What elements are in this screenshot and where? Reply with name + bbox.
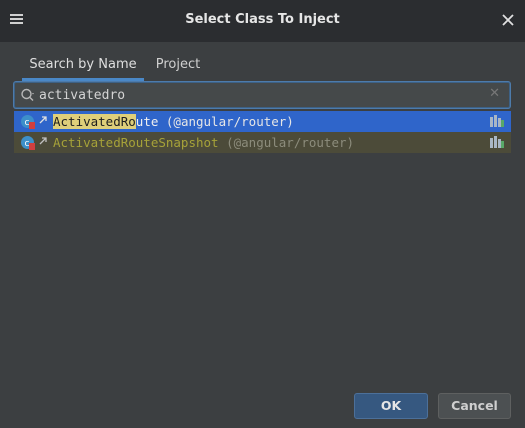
list-item[interactable]: c ActivatedRouteSnapshot (@angular/route… (14, 132, 511, 153)
close-icon[interactable] (501, 13, 515, 27)
angular-class-icon: c (21, 136, 35, 150)
result-name: ActivatedRouteSnapshot (53, 135, 219, 150)
clear-search-icon[interactable]: ✕ (489, 86, 500, 101)
search-icon[interactable] (20, 87, 36, 103)
search-box: ✕ (14, 82, 510, 108)
library-icon (490, 115, 504, 127)
match-highlight: ActivatedRo (53, 114, 136, 129)
external-link-icon (39, 137, 47, 145)
angular-class-icon: c (21, 115, 35, 129)
search-input[interactable] (39, 84, 479, 106)
dialog-title: Select Class To Inject (185, 12, 340, 27)
tab-search-by-name[interactable]: Search by Name (22, 52, 144, 81)
library-icon (490, 136, 504, 148)
external-link-icon (39, 116, 47, 124)
result-name-rest: ute (135, 114, 159, 129)
cancel-button[interactable]: Cancel (438, 393, 511, 419)
svg-text:c: c (25, 118, 30, 128)
dialog-titlebar: Select Class To Inject (0, 0, 525, 42)
ok-button[interactable]: OK (354, 393, 428, 419)
result-text: ActivatedRoute (@angular/router) (53, 111, 294, 132)
results-list: c ActivatedRoute (@angular/router) c Act… (14, 111, 511, 153)
result-location: (@angular/router) (218, 135, 355, 150)
result-text: ActivatedRouteSnapshot (@angular/router) (53, 132, 354, 153)
result-location: (@angular/router) (158, 114, 294, 129)
list-item[interactable]: c ActivatedRoute (@angular/router) (14, 111, 511, 132)
tab-project[interactable]: Project (146, 52, 210, 78)
svg-text:c: c (25, 139, 30, 149)
